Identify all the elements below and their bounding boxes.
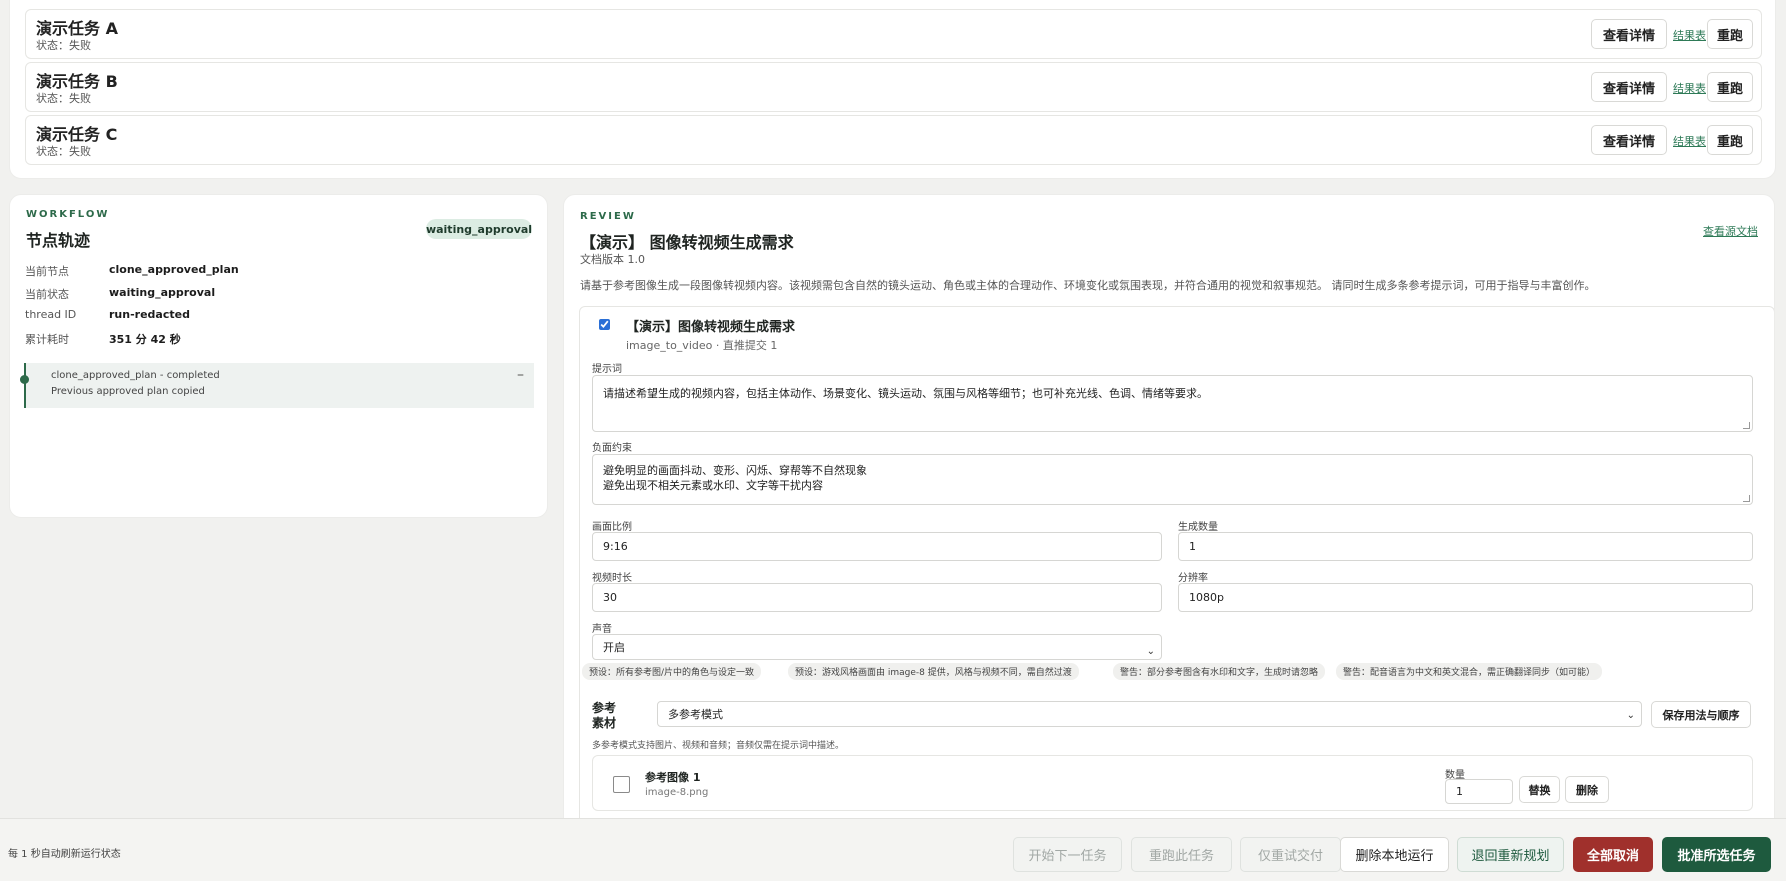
results-table-link[interactable]: 结果表 bbox=[1673, 80, 1706, 96]
reference-material-label: 参考素材 bbox=[592, 701, 617, 730]
delete-button[interactable]: 删除 bbox=[1565, 776, 1609, 803]
task-title: 演示任务 A bbox=[36, 19, 118, 38]
rerun-button[interactable]: 重跑 bbox=[1707, 72, 1753, 102]
resize-handle-icon[interactable] bbox=[1743, 495, 1750, 502]
chevron-down-icon: ⌄ bbox=[1146, 646, 1155, 657]
trace-entry-title: clone_approved_plan - completed bbox=[51, 370, 220, 381]
task-row: 演示任务 A 状态：失败 查看详情 结果表 重跑 bbox=[25, 9, 1762, 59]
results-table-link[interactable]: 结果表 bbox=[1673, 133, 1706, 149]
task-status: 状态：失败 bbox=[36, 39, 91, 52]
image-placeholder-icon bbox=[613, 776, 630, 793]
rerun-button[interactable]: 重跑 bbox=[1707, 19, 1753, 49]
thread-id-label: thread ID bbox=[25, 308, 77, 321]
workflow-eyebrow: WORKFLOW bbox=[26, 209, 110, 220]
replace-button[interactable]: 替换 bbox=[1519, 776, 1560, 803]
audio-select[interactable]: 开启 ⌄ bbox=[592, 634, 1162, 660]
item-title: 【演示】图像转视频生成需求 bbox=[626, 320, 796, 335]
save-usage-order-button[interactable]: 保存用法与顺序 bbox=[1651, 701, 1751, 728]
workflow-title: 节点轨迹 bbox=[26, 231, 91, 250]
review-description: 请基于参考图像生成一段图像转视频内容。该视频需包含自然的镜头运动、角色或主体的合… bbox=[580, 279, 1596, 292]
view-details-button[interactable]: 查看详情 bbox=[1591, 19, 1667, 49]
view-source-link[interactable]: 查看源文档 bbox=[1703, 223, 1758, 239]
reference-item-file: image-8.png bbox=[645, 787, 709, 798]
quantity-input[interactable]: 1 bbox=[1445, 779, 1513, 804]
duration-label: 视频时长 bbox=[592, 573, 632, 584]
review-card: REVIEW 【演示】 图像转视频生成需求 文档版本 1.0 查看源文档 请基于… bbox=[563, 194, 1775, 834]
status-badge: waiting_approval bbox=[426, 219, 532, 239]
prompt-label: 提示词 bbox=[592, 364, 622, 375]
trace-entry: clone_approved_plan - completed Previous… bbox=[20, 363, 534, 408]
resize-handle-icon[interactable] bbox=[1743, 422, 1750, 429]
audio-label: 声音 bbox=[592, 624, 612, 635]
prompt-text: 请描述希望生成的视频内容，包括主体动作、场景变化、镜头运动、氛围与风格等细节；也… bbox=[603, 387, 1208, 400]
task-title: 演示任务 C bbox=[36, 125, 118, 144]
current-state-value: waiting_approval bbox=[109, 286, 216, 299]
resolution-input[interactable]: 1080p bbox=[1178, 583, 1753, 612]
preset-chip: 预设：游戏风格画面由 image-8 提供，风格与视频不同，需自然过渡 bbox=[788, 663, 1079, 680]
task-row: 演示任务 B 状态：失败 查看详情 结果表 重跑 bbox=[25, 62, 1762, 112]
item-select-checkbox[interactable] bbox=[599, 319, 610, 330]
document-version: 文档版本 1.0 bbox=[580, 253, 645, 266]
bottom-action-bar: 每 1 秒自动刷新运行状态 开始下一任务 重跑此任务 仅重试交付 删除本地运行 … bbox=[0, 818, 1786, 881]
current-state-label: 当前状态 bbox=[25, 288, 69, 301]
elapsed-time-label: 累计耗时 bbox=[25, 333, 69, 346]
task-row: 演示任务 C 状态：失败 查看详情 结果表 重跑 bbox=[25, 115, 1762, 165]
rerun-button[interactable]: 重跑 bbox=[1707, 125, 1753, 155]
thread-id-value: run-redacted bbox=[109, 308, 190, 321]
negative-line: 避免出现不相关元素或水印、文字等干扰内容 bbox=[603, 479, 823, 492]
task-title: 演示任务 B bbox=[36, 72, 118, 91]
rerun-this-task-button[interactable]: 重跑此任务 bbox=[1131, 837, 1232, 872]
task-status: 状态：失败 bbox=[36, 92, 91, 105]
resolution-label: 分辨率 bbox=[1178, 573, 1208, 584]
generate-count-input[interactable]: 1 bbox=[1178, 532, 1753, 561]
start-next-task-button[interactable]: 开始下一任务 bbox=[1013, 837, 1122, 872]
reference-mode-value: 多参考模式 bbox=[668, 708, 723, 721]
delete-local-run-button[interactable]: 删除本地运行 bbox=[1340, 837, 1449, 872]
retry-delivery-button[interactable]: 仅重试交付 bbox=[1240, 837, 1341, 872]
audio-selected-value: 开启 bbox=[603, 641, 625, 654]
negative-label: 负面约束 bbox=[592, 443, 632, 454]
warning-chip: 警告：部分参考图含有水印和文字，生成时请忽略 bbox=[1113, 663, 1326, 680]
trace-entry-detail: Previous approved plan copied bbox=[51, 386, 205, 397]
auto-refresh-note: 每 1 秒自动刷新运行状态 bbox=[8, 849, 121, 860]
review-title: 【演示】 图像转视频生成需求 bbox=[580, 233, 794, 252]
cancel-all-button[interactable]: 全部取消 bbox=[1573, 837, 1653, 872]
item-subtitle: image_to_video · 直推提交 1 bbox=[626, 339, 778, 352]
prompt-textarea[interactable]: 请描述希望生成的视频内容，包括主体动作、场景变化、镜头运动、氛围与风格等细节；也… bbox=[592, 375, 1753, 432]
replan-button[interactable]: 退回重新规划 bbox=[1457, 837, 1564, 872]
current-node-label: 当前节点 bbox=[25, 265, 69, 278]
collapse-icon[interactable]: – bbox=[517, 367, 524, 383]
reference-hint: 多参考模式支持图片、视频和音频；音频仅需在提示词中描述。 bbox=[592, 741, 845, 751]
aspect-ratio-input[interactable]: 9:16 bbox=[592, 532, 1162, 561]
timeline-dot-icon bbox=[20, 375, 29, 384]
reference-mode-select[interactable]: 多参考模式 ⌄ bbox=[657, 701, 1642, 727]
chevron-down-icon: ⌄ bbox=[1626, 710, 1635, 721]
view-details-button[interactable]: 查看详情 bbox=[1591, 72, 1667, 102]
elapsed-time-value: 351 分 42 秒 bbox=[109, 333, 181, 346]
warning-chip: 警告：配音语言为中文和英文混合，需正确翻译同步（如可能） bbox=[1336, 663, 1603, 680]
preset-chip: 预设：所有参考图/片中的角色与设定一致 bbox=[582, 663, 762, 680]
task-status: 状态：失败 bbox=[36, 145, 91, 158]
reference-item: 参考图像 1 image-8.png 数量 1 替换 删除 bbox=[592, 755, 1753, 811]
review-eyebrow: REVIEW bbox=[580, 211, 636, 222]
view-details-button[interactable]: 查看详情 bbox=[1591, 125, 1667, 155]
aspect-ratio-label: 画面比例 bbox=[592, 522, 632, 533]
review-item: 【演示】图像转视频生成需求 image_to_video · 直推提交 1 提示… bbox=[579, 306, 1774, 833]
reference-item-name: 参考图像 1 bbox=[645, 771, 701, 784]
approve-selected-button[interactable]: 批准所选任务 bbox=[1662, 837, 1771, 872]
negative-line: 避免明显的画面抖动、变形、闪烁、穿帮等不自然现象 bbox=[603, 464, 867, 477]
workflow-card: WORKFLOW 节点轨迹 waiting_approval 当前节点 clon… bbox=[9, 194, 548, 518]
duration-input[interactable]: 30 bbox=[592, 583, 1162, 612]
current-node-value: clone_approved_plan bbox=[109, 263, 239, 276]
negative-textarea[interactable]: 避免明显的画面抖动、变形、闪烁、穿帮等不自然现象 避免出现不相关元素或水印、文字… bbox=[592, 454, 1753, 505]
task-list-card: 演示任务 A 状态：失败 查看详情 结果表 重跑 演示任务 B 状态：失败 查看… bbox=[9, 0, 1776, 179]
results-table-link[interactable]: 结果表 bbox=[1673, 27, 1706, 43]
generate-count-label: 生成数量 bbox=[1178, 522, 1218, 533]
